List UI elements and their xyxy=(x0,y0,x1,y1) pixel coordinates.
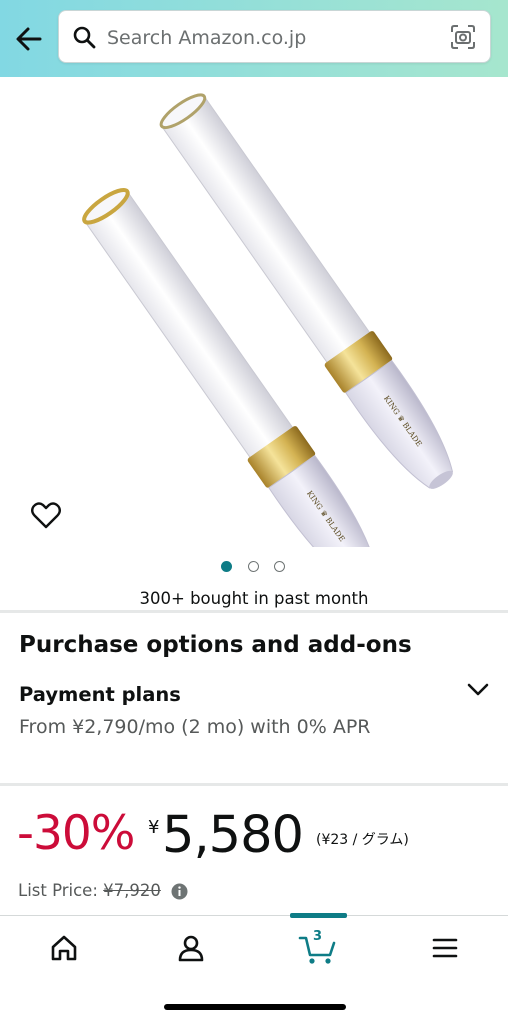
info-icon[interactable] xyxy=(171,883,188,900)
search-icon xyxy=(73,26,96,49)
discount-percent: -30% xyxy=(17,806,135,861)
heart-icon xyxy=(31,502,61,529)
nav-cart[interactable]: 3 xyxy=(254,916,381,986)
currency-symbol: ¥ xyxy=(148,817,160,838)
purchase-options-title: Purchase options and add-ons xyxy=(19,632,412,658)
header-bar xyxy=(0,0,508,77)
carousel-dot-2[interactable] xyxy=(248,561,259,572)
payment-plans-description: From ¥2,790/mo (2 mo) with 0% APR xyxy=(19,716,371,738)
nav-account[interactable] xyxy=(127,916,254,986)
carousel-dot-1[interactable] xyxy=(221,561,232,572)
home-icon xyxy=(51,935,76,961)
home-indicator xyxy=(164,1004,346,1010)
divider xyxy=(0,610,508,613)
list-price-label: List Price: xyxy=(18,881,104,900)
user-icon xyxy=(178,935,203,962)
carousel-dot-3[interactable] xyxy=(274,561,285,572)
wishlist-button[interactable] xyxy=(30,500,62,530)
list-price-value: ¥7,920 xyxy=(103,881,161,900)
list-price: List Price: ¥7,920 xyxy=(18,881,161,900)
back-button[interactable] xyxy=(12,22,46,56)
camera-scan-icon[interactable] xyxy=(450,24,476,50)
bought-in-past-month: 300+ bought in past month xyxy=(139,589,369,608)
price: 5,580 xyxy=(162,806,304,865)
cart-count: 3 xyxy=(312,929,323,944)
chevron-down-icon[interactable] xyxy=(466,680,490,700)
nav-home[interactable] xyxy=(0,916,127,986)
product-image[interactable]: KING ♛ BLADE KING ♛ BLADE wre xyxy=(0,77,508,584)
search-input[interactable] xyxy=(105,23,439,53)
light-stick-back: KING ♛ BLADE xyxy=(159,93,454,489)
watermark: wre xyxy=(366,484,437,524)
unit-price: (¥23 / グラム) xyxy=(316,832,409,848)
nav-menu[interactable] xyxy=(381,916,508,986)
hamburger-icon xyxy=(432,938,457,958)
divider xyxy=(0,783,508,786)
back-arrow-icon xyxy=(16,27,42,51)
search-bar[interactable] xyxy=(58,10,491,63)
payment-plans-title[interactable]: Payment plans xyxy=(19,683,181,706)
